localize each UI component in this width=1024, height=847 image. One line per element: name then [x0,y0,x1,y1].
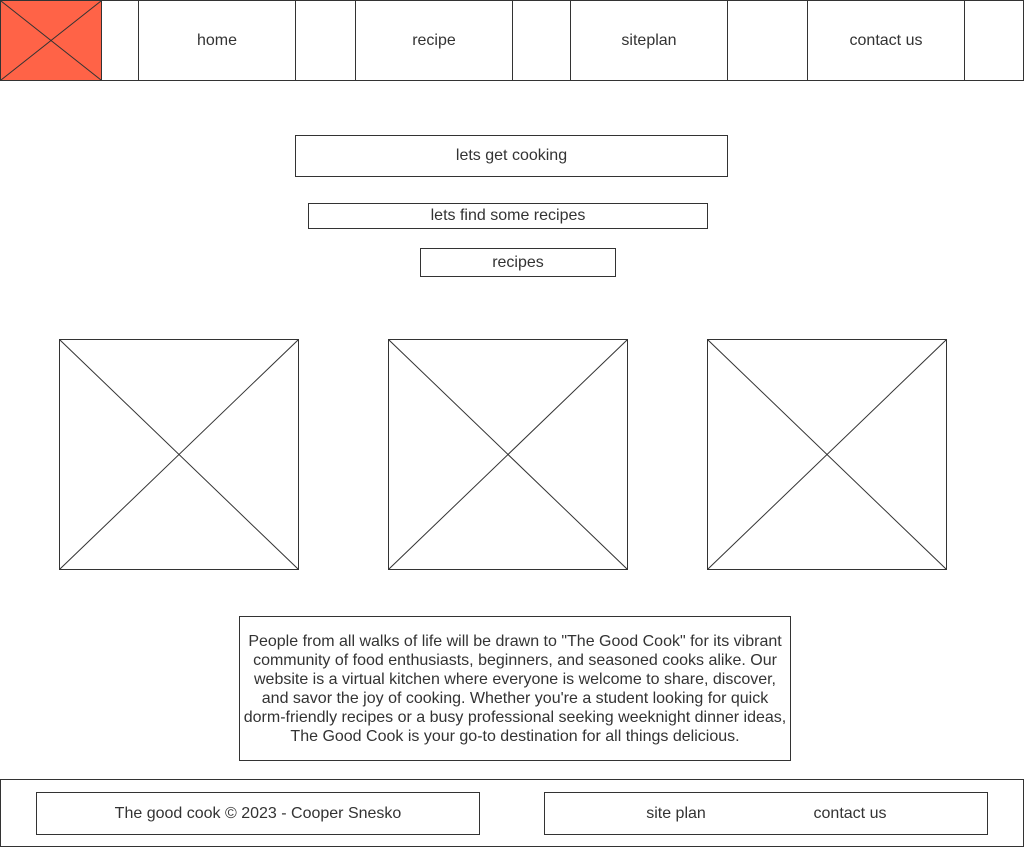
recipe-image-3[interactable] [707,339,947,570]
nav-recipe-link[interactable]: recipe [355,0,513,81]
nav-spacer [964,0,1024,81]
nav-spacer [727,0,808,81]
page-subheading: lets find some recipes [308,203,708,229]
nav-siteplan-link[interactable]: siteplan [570,0,728,81]
logo-image[interactable] [0,0,102,81]
recipes-button[interactable]: recipes [420,248,616,277]
footer-copyright: The good cook © 2023 - Cooper Snesko [36,792,480,835]
image-placeholder-icon [60,340,298,569]
nav-spacer [101,0,139,81]
nav-home-link[interactable]: home [138,0,296,81]
image-placeholder-icon [708,340,946,569]
site-description: People from all walks of life will be dr… [239,616,791,761]
footer-site-plan-link[interactable]: site plan [627,793,725,834]
page-heading: lets get cooking [295,135,728,177]
image-placeholder-icon [389,340,627,569]
nav-spacer [295,0,356,81]
nav-contact-link[interactable]: contact us [807,0,965,81]
recipe-image-2[interactable] [388,339,628,570]
nav-spacer [512,0,571,81]
recipe-image-1[interactable] [59,339,299,570]
footer-links: site plan contact us [544,792,988,835]
footer-contact-link[interactable]: contact us [795,793,905,834]
image-placeholder-icon [1,1,101,80]
